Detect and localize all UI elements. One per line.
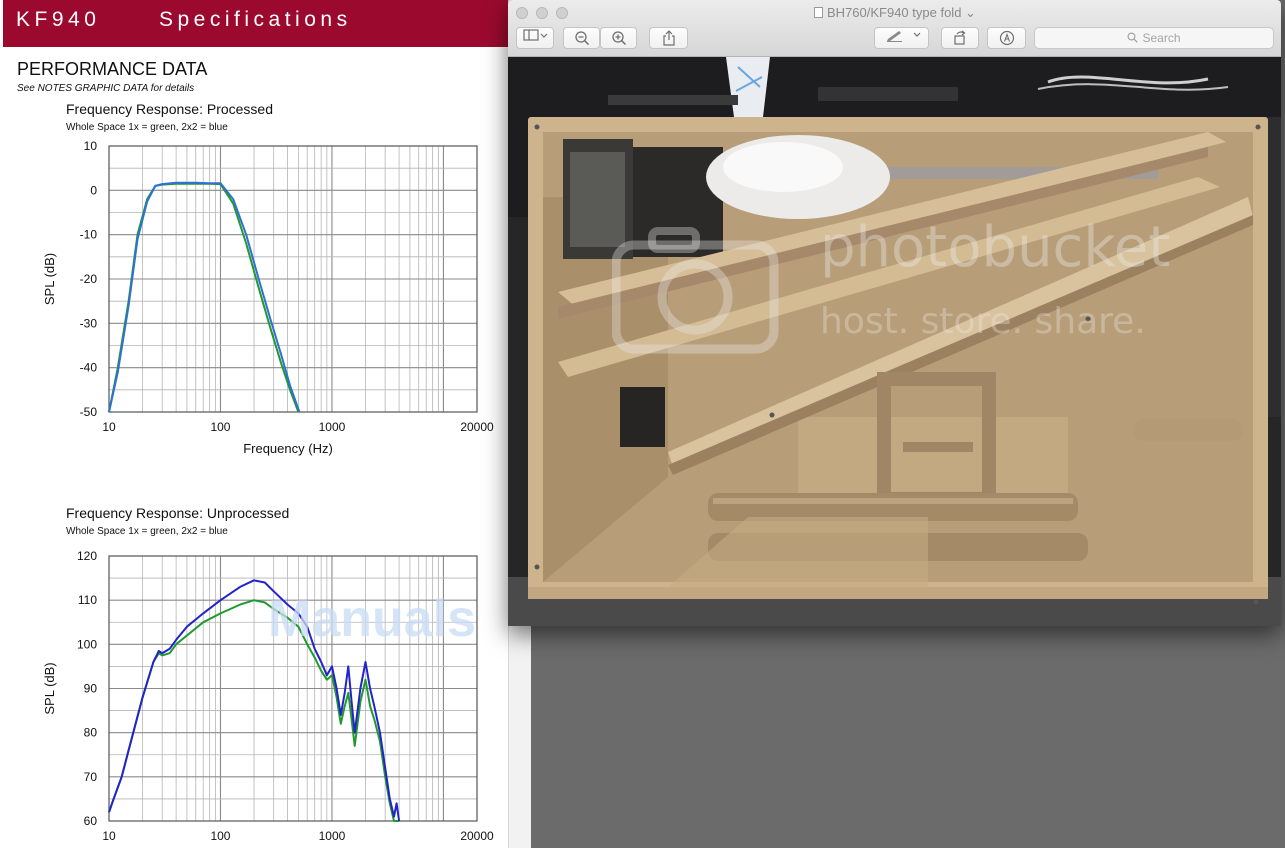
annotate-button[interactable]: [987, 27, 1026, 49]
zoom-in-icon: [611, 31, 626, 46]
y-tick-label: -10: [80, 228, 98, 242]
document-icon: [814, 7, 823, 18]
search-icon: [1127, 32, 1139, 43]
window-toolbar: BH760/KF940 type fold ⌄ Search: [508, 0, 1281, 57]
pen-icon: [886, 31, 920, 42]
chart1-title: Frequency Response: Processed: [66, 101, 273, 117]
markup-button[interactable]: [874, 27, 929, 49]
rotate-button[interactable]: [941, 27, 979, 49]
y-tick-label: 80: [84, 726, 98, 740]
x-tick-label: 1000: [319, 420, 346, 434]
processed-response-chart: 100-10-20-30-40-5010 100 1000 20000SPL (dB)…: [42, 140, 494, 456]
y-tick-label: 70: [84, 770, 98, 784]
x-tick-label: 20000: [460, 420, 494, 434]
spec-header: KF940 Specifications: [3, 0, 509, 47]
sidebar-toggle-button[interactable]: [516, 27, 554, 49]
sidebar-icon: [523, 29, 548, 41]
window-title-text: BH760/KF940 type fold: [827, 5, 962, 20]
x-tick-label: 100: [210, 829, 230, 843]
rotate-icon: [954, 30, 966, 45]
share-button[interactable]: [649, 27, 688, 49]
y-axis-label: SPL (dB): [42, 253, 57, 305]
spec-document: KF940 Specifications PERFORMANCE DATA Se…: [0, 0, 531, 848]
y-tick-label: 90: [84, 682, 98, 696]
x-tick-label: 1000: [319, 829, 346, 843]
close-window-button[interactable]: [516, 7, 528, 19]
zoom-window-button[interactable]: [556, 7, 568, 19]
search-placeholder: Search: [1142, 31, 1181, 45]
y-tick-label: -20: [80, 272, 98, 286]
y-tick-label: 10: [84, 140, 98, 153]
zoom-in-button[interactable]: [600, 27, 637, 49]
y-axis-label: SPL (dB): [42, 662, 57, 714]
markup-circle-icon: [999, 30, 1014, 46]
x-tick-label: 10: [102, 420, 116, 434]
x-tick-label: 20000: [460, 829, 494, 843]
cabinet-photo: [508, 57, 1281, 626]
x-axis-label: Frequency (Hz): [243, 441, 333, 456]
y-tick-label: 100: [77, 637, 97, 651]
x-tick-label: 10: [102, 829, 116, 843]
share-icon: [662, 30, 675, 46]
y-tick-label: -50: [80, 405, 98, 419]
model-name: KF940: [16, 8, 101, 31]
chart2-title: Frequency Response: Unprocessed: [66, 505, 290, 521]
chart2-subtitle: Whole Space 1x = green, 2x2 = blue: [66, 526, 228, 537]
search-field[interactable]: Search: [1034, 27, 1274, 49]
y-tick-label: 120: [77, 549, 97, 563]
minimize-window-button[interactable]: [536, 7, 548, 19]
manuals-watermark-text: Manuals: [268, 590, 476, 646]
zoom-out-icon: [574, 31, 589, 46]
header-title: Specifications: [159, 8, 352, 31]
window-title[interactable]: BH760/KF940 type fold ⌄: [814, 5, 976, 21]
chart1-subtitle: Whole Space 1x = green, 2x2 = blue: [66, 122, 228, 133]
y-tick-label: 60: [84, 814, 98, 828]
title-chevron-icon: ⌄: [965, 5, 976, 20]
y-tick-label: 110: [78, 593, 97, 607]
y-tick-label: -30: [80, 316, 98, 330]
preview-window: BH760/KF940 type fold ⌄ Search photobuck…: [508, 0, 1281, 626]
section-note: See NOTES GRAPHIC DATA for details: [17, 83, 195, 94]
y-tick-label: -40: [80, 361, 98, 375]
y-tick-label: 0: [90, 183, 97, 197]
manuals-watermark: Manuals: [268, 590, 476, 646]
section-title: PERFORMANCE DATA: [17, 59, 208, 79]
x-tick-label: 100: [210, 420, 230, 434]
zoom-out-button[interactable]: [563, 27, 600, 49]
